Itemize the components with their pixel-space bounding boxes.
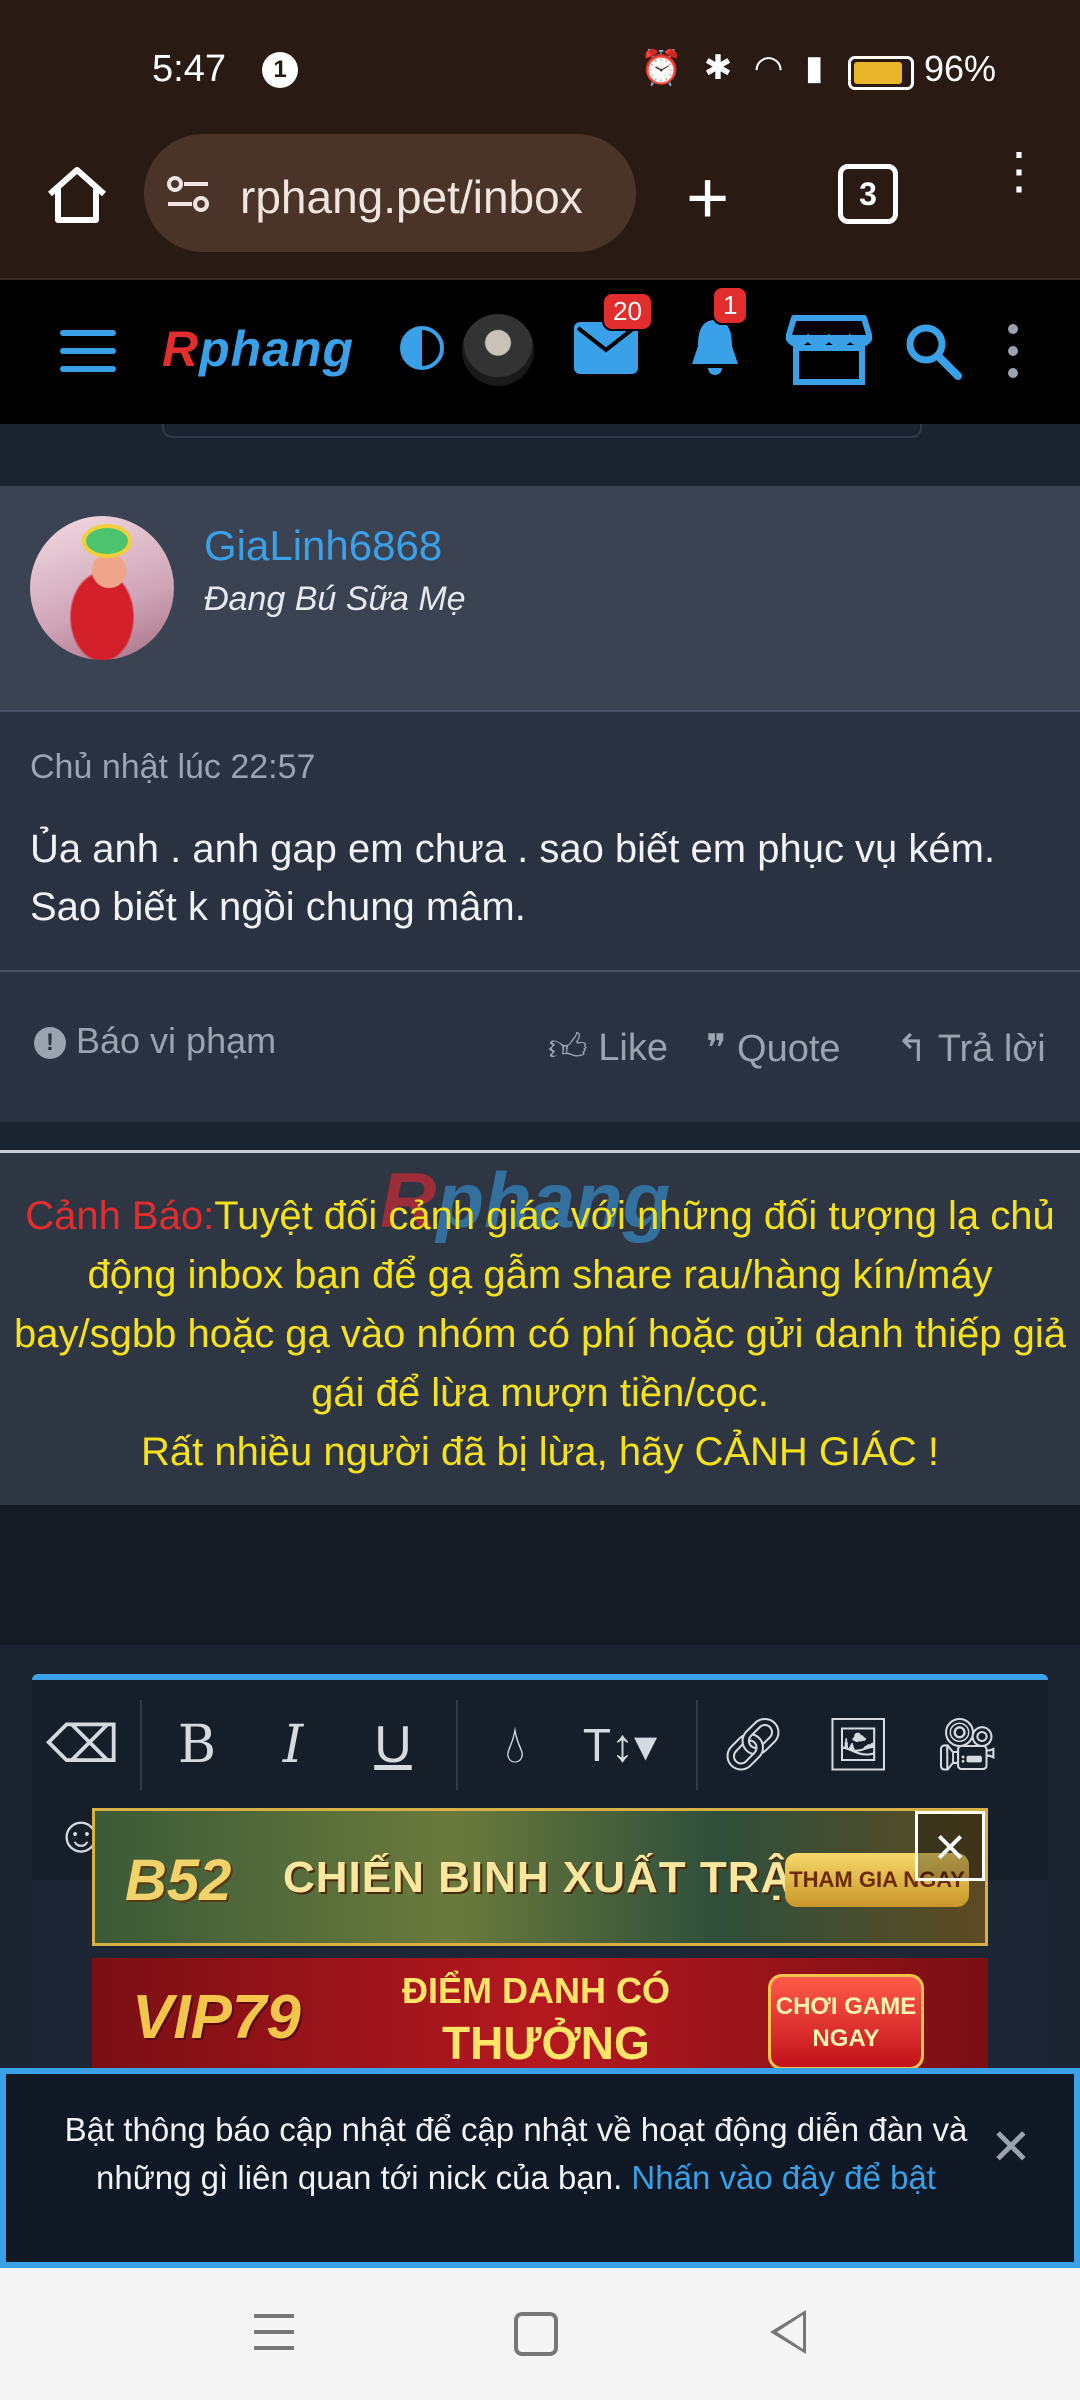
alerts-count-badge: 1 [712,286,749,325]
reply-icon: ↰ [896,1028,928,1070]
site-logo[interactable]: Rphang [162,320,354,378]
report-button[interactable]: ! Báo vi phạm [34,1020,276,1062]
user-avatar[interactable] [462,314,534,386]
address-bar[interactable]: rphang.pet/inbox [144,134,636,252]
search-icon[interactable] [902,320,962,380]
warning-line2: Rất nhiều người đã bị lừa, hãy CẢNH GIÁC… [141,1430,939,1474]
push-notification-banner: Bật thông báo cập nhật để cập nhật về ho… [0,2068,1080,2268]
ad-banner-b52[interactable]: B52 CHIẾN BINH XUẤT TRẬN THAM GIA NGAY × [92,1808,988,1946]
site-more-icon[interactable] [1008,324,1024,390]
italic-icon[interactable]: I [258,1710,328,1780]
reply-button[interactable]: ↰ Trả lời [896,1026,1046,1071]
ad-close-icon[interactable]: × [915,1811,985,1881]
new-tab-icon[interactable]: + [686,161,729,235]
ad2-brand: VIP79 [132,1983,301,2052]
theme-toggle-icon[interactable] [400,326,444,370]
quote-icon: ❞ [706,1028,727,1070]
ad2-line2: THƯỞNG [442,2017,650,2069]
quote-label: Quote [737,1028,841,1070]
recent-apps-icon[interactable] [254,2314,294,2362]
warning-text: Cảnh Báo:Tuyệt đối cảnh giác với những đ… [10,1187,1070,1482]
browser-menu-icon[interactable]: ⋮ [994,146,1044,196]
report-label: Báo vi phạm [76,1020,277,1061]
message-divider [0,970,1080,972]
ad-banner-vip79[interactable]: VIP79 ĐIỂM DANH CÓ THƯỞNG CHƠI GAME NGAY [92,1958,988,2070]
reply-label: Trả lời [937,1028,1046,1070]
author-username[interactable]: GiaLinh6868 [204,522,442,570]
ad2-cta-button[interactable]: CHƠI GAME NGAY [768,1974,924,2070]
home-button-icon[interactable] [514,2312,558,2356]
browser-toolbar: rphang.pet/inbox + 3 ⋮ [0,120,1080,280]
author-title: Đang Bú Sữa Mẹ [204,580,466,618]
close-icon[interactable]: ✕ [990,2118,1032,2176]
status-icons: ⏰ ✱ ◠ ▮ [640,49,830,87]
url-text: rphang.pet/inbox [240,171,583,223]
ad1-brand: B52 [125,1848,232,1913]
page-tab-outline [162,424,922,438]
site-logo-text: Rphang [162,321,355,377]
author-avatar[interactable] [30,516,174,660]
store-icon[interactable] [786,314,872,386]
home-icon[interactable] [42,160,112,230]
inbox-icon[interactable]: 20 [574,292,653,374]
scam-warning-notice: Rphang Cảnh Báo:Tuyệt đối cảnh giác với … [0,1150,1080,1508]
ad2-line1: ĐIỂM DANH CÓ [402,1970,670,2011]
battery-icon [848,56,914,90]
bold-icon[interactable]: B [162,1710,232,1780]
content-gap [0,1505,1080,1645]
quote-button[interactable]: ❞ Quote [706,1026,841,1071]
warning-icon: ! [34,1027,66,1060]
warning-prefix: Cảnh Báo: [25,1194,215,1238]
text-color-icon[interactable]: 💧︎ [480,1710,550,1780]
message-user-bar: GiaLinh6868 Đang Bú Sữa Mẹ [0,486,1080,712]
enable-notifications-link[interactable]: Nhấn vào đây để bật [631,2159,936,2196]
video-icon[interactable]: 🎥︎ [922,1710,1012,1780]
push-banner-text: Bật thông báo cập nhật để cập nhật về ho… [46,2106,986,2202]
content-top-strip [0,424,1080,486]
back-icon[interactable] [770,2310,806,2354]
inbox-count-badge: 20 [602,292,653,331]
image-icon[interactable]: 🖼︎ [818,1710,898,1780]
clear-format-icon[interactable]: ⌫ [46,1710,120,1780]
link-icon[interactable]: 🔗︎ [718,1710,788,1780]
tab-switcher-button[interactable]: 3 [838,164,898,224]
status-bar: 5:47 1 ⏰ ✱ ◠ ▮ 96% [0,0,1080,140]
thumbs-up-icon: 👍︎ [548,1027,588,1069]
battery-percent: 96% [924,48,997,89]
status-time: 5:47 [152,48,226,90]
message-date[interactable]: Chủ nhật lúc 22:57 [30,748,315,787]
ad1-text: CHIẾN BINH XUẤT TRẬN [283,1853,827,1902]
system-navigation-bar [0,2268,1080,2400]
alerts-icon[interactable]: 1 [686,286,749,378]
like-label: Like [598,1027,668,1069]
site-header: Rphang 20 1 [0,280,1080,424]
site-settings-icon[interactable] [166,174,210,214]
notification-count-badge: 1 [262,52,298,88]
font-size-icon[interactable]: T↕▾ [570,1710,670,1780]
like-button[interactable]: 👍︎ Like [548,1026,668,1071]
message-card: GiaLinh6868 Đang Bú Sữa Mẹ Chủ nhật lúc … [0,486,1080,1122]
hamburger-menu-icon[interactable] [60,330,116,372]
underline-icon[interactable]: U [358,1710,428,1780]
message-body: Ủa anh . anh gap em chưa . sao biết em p… [30,827,996,929]
